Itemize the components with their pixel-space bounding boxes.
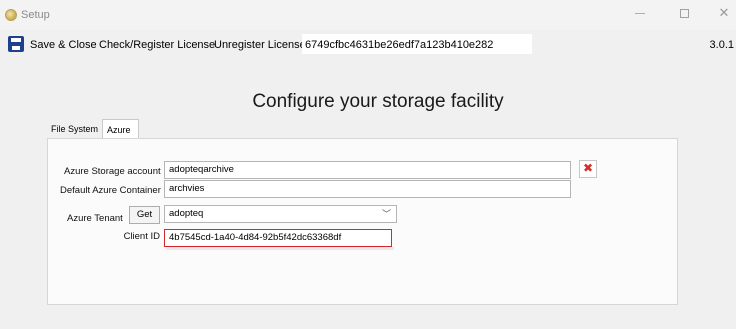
azure-tenant-select[interactable]: adopteq ﹀ [164,205,397,223]
get-tenant-button[interactable]: Get [129,206,160,224]
azure-tenant-label: Azure Tenant [67,213,123,224]
default-container-label: Default Azure Container [60,185,161,196]
minimize-icon [635,13,645,14]
default-container-input[interactable]: archvies [164,180,571,198]
tab-azure[interactable]: Azure [102,119,139,140]
license-key-value: 6749cfbc4631be26edf7a123b410e282 [305,39,494,51]
unregister-license-button[interactable]: Unregister License [214,39,306,51]
azure-tenant-value: adopteq [169,208,204,219]
toolbar: Save & Close Check/Register License Unre… [0,30,736,58]
version-label: 3.0.1 [709,39,734,51]
client-id-input[interactable]: 4b7545cd-1a40-4d84-92b5f42dc63368df [164,229,392,247]
save-icon[interactable] [8,36,24,52]
setup-app-icon [5,9,17,21]
clear-icon[interactable]: ✖ [579,160,597,178]
storage-account-input[interactable]: adopteqarchive [164,161,571,179]
maximize-button[interactable] [676,6,692,18]
window-title: Setup [21,9,50,21]
title-bar: Setup ✕ [0,0,736,30]
maximize-icon [679,9,689,18]
tab-file-system[interactable]: File System [47,121,103,139]
save-close-button[interactable]: Save & Close [30,39,97,51]
close-button[interactable]: ✕ [716,6,732,20]
client-id-label: Client ID [123,231,160,242]
page-title: Configure your storage facility [252,91,504,112]
client-id-shadow [166,247,394,250]
minimize-button[interactable] [632,6,648,14]
chevron-down-icon[interactable]: ﹀ [382,206,391,222]
storage-account-label: Azure Storage account [64,166,161,177]
check-register-license-button[interactable]: Check/Register License [99,39,215,51]
